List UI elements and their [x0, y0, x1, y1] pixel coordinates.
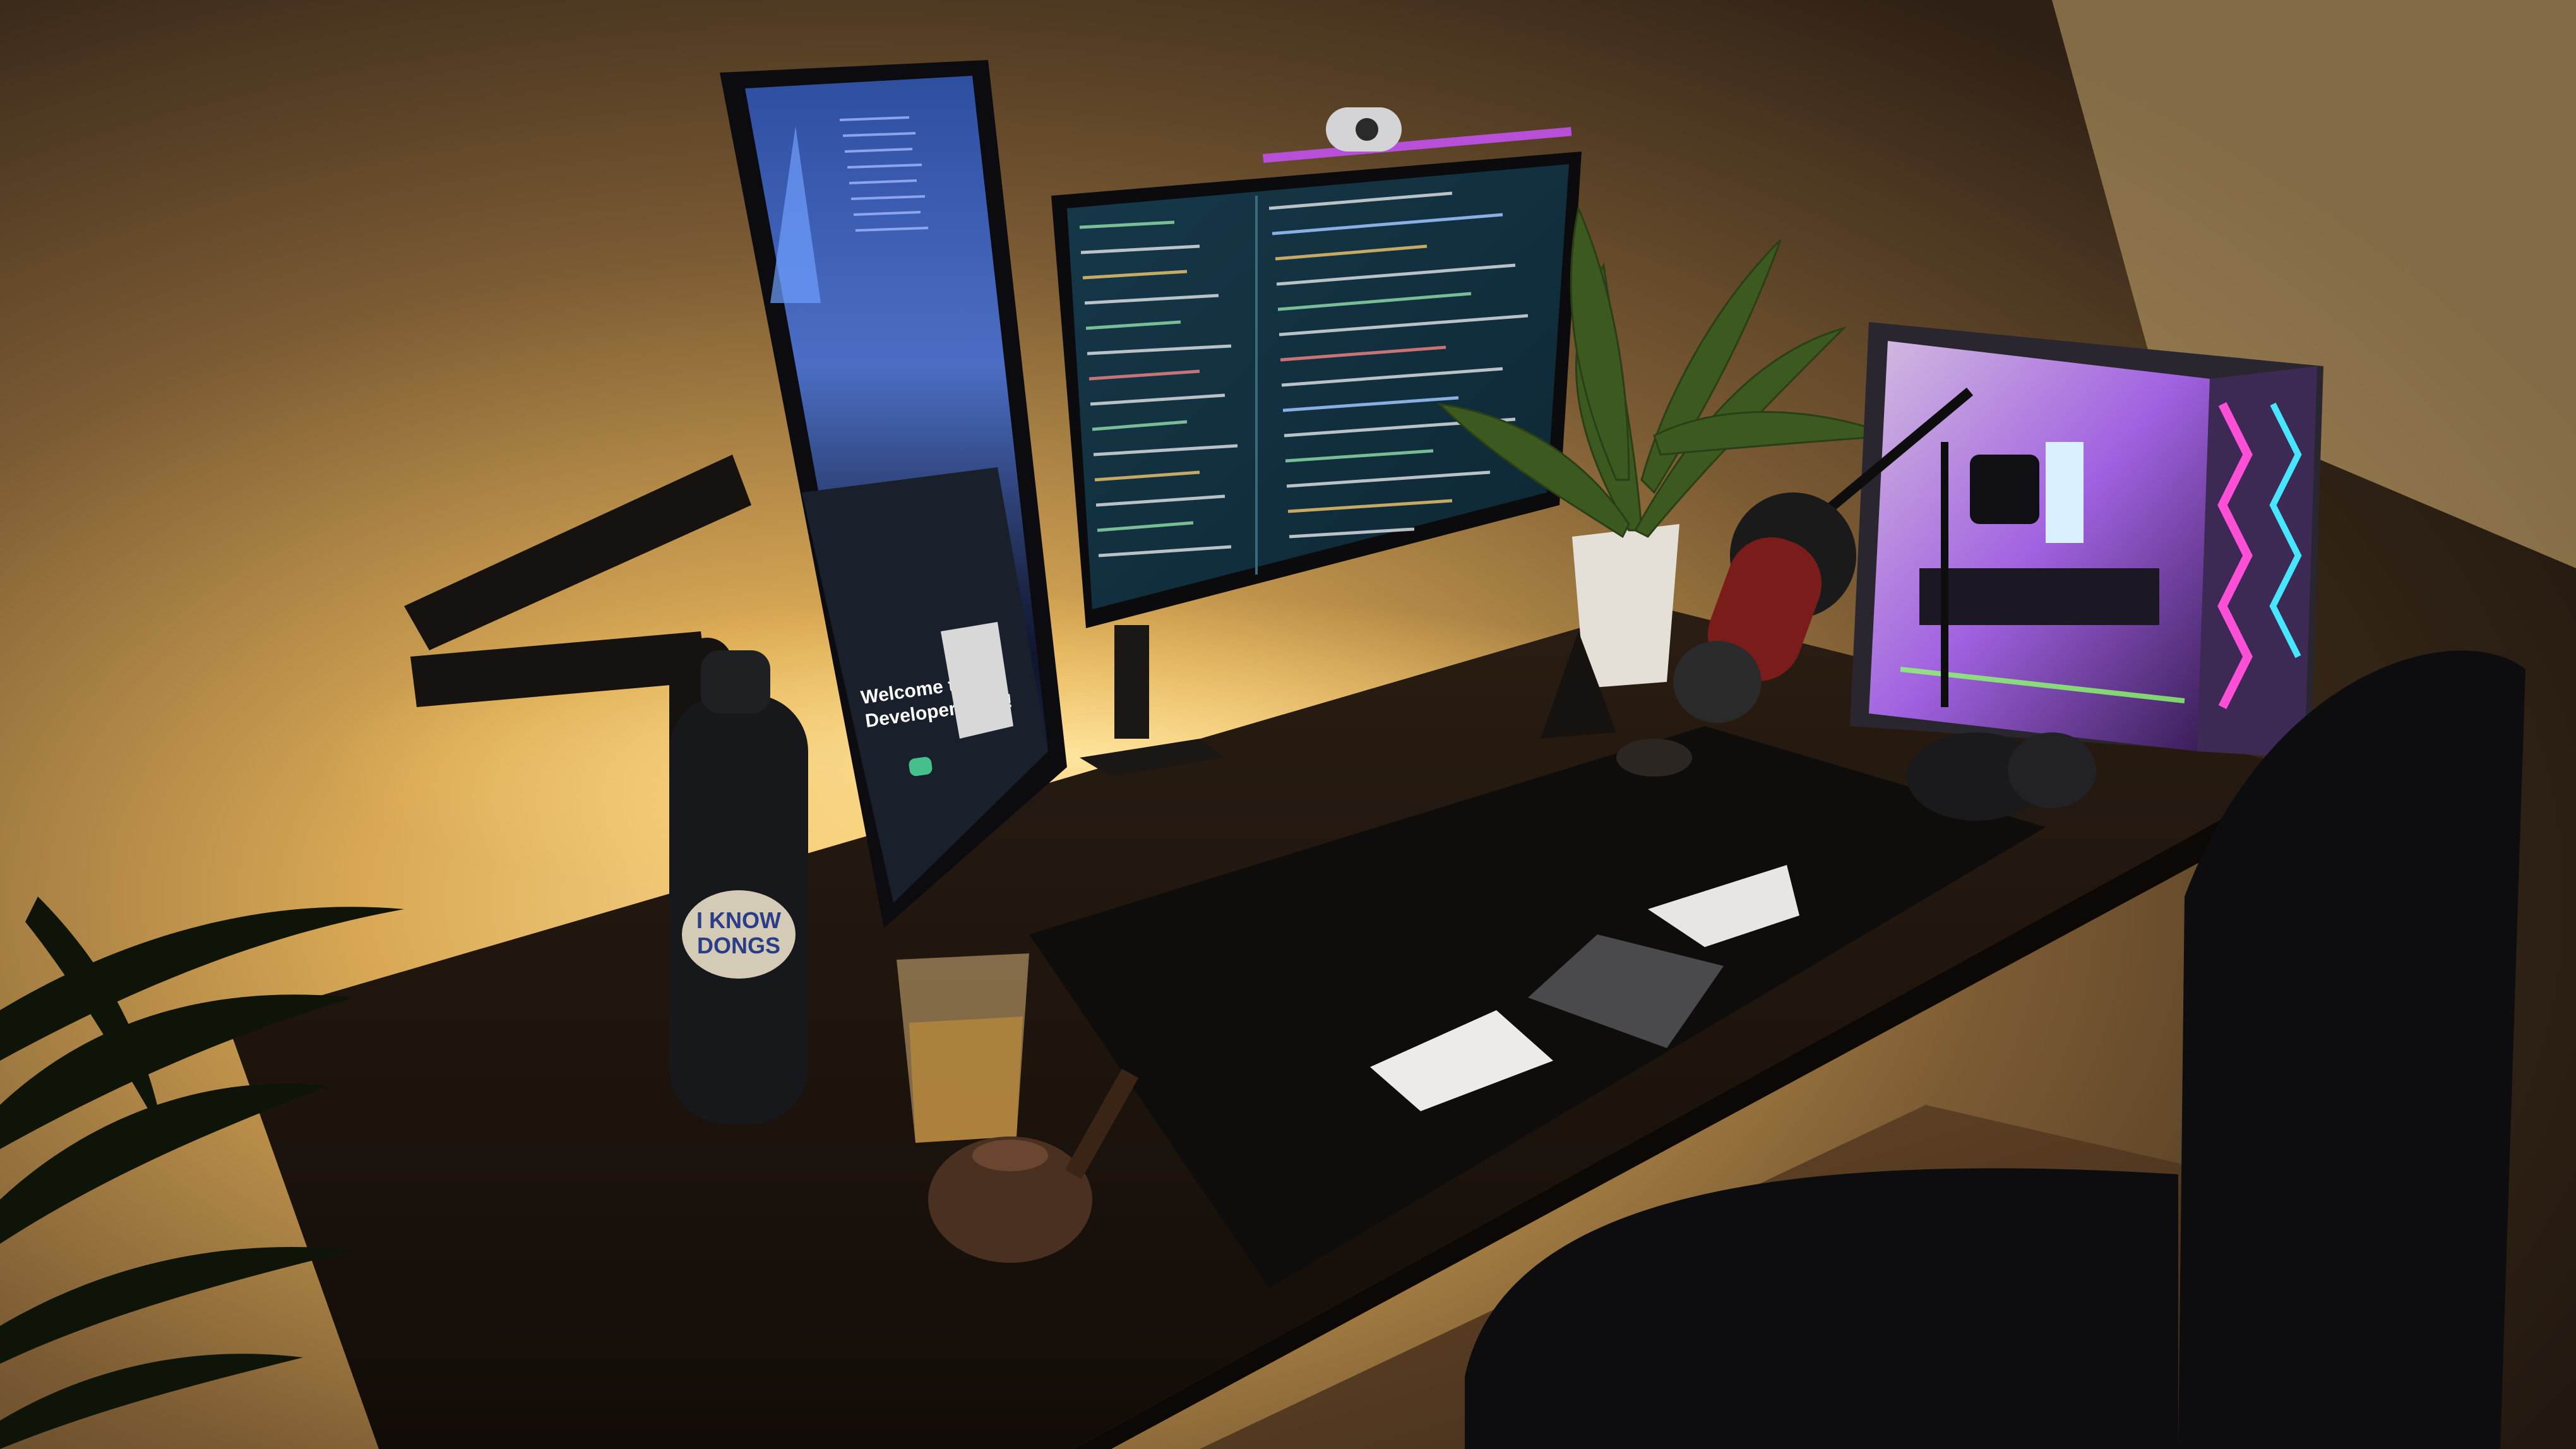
glass-of-tea	[897, 953, 1029, 1143]
pc-case	[1850, 322, 2323, 758]
bottle-label-line2: DONGS	[697, 933, 780, 958]
monitor-stand	[1114, 625, 1149, 739]
cpu-cooler	[1970, 455, 2039, 524]
mouse	[1616, 739, 1692, 777]
ram-sticks	[2046, 442, 2084, 543]
graphics-card	[1919, 568, 2159, 625]
pc-case-glass	[1869, 341, 2210, 751]
water-bottle: I KNOW DONGS	[669, 650, 808, 1124]
webcam	[1326, 107, 1402, 152]
desk-setup-photo: Welcome to my Developer Page! I KNOW DON…	[0, 0, 2576, 1449]
bottle-label-line1: I KNOW	[696, 907, 781, 933]
pc-case-side-panel	[2197, 366, 2317, 758]
